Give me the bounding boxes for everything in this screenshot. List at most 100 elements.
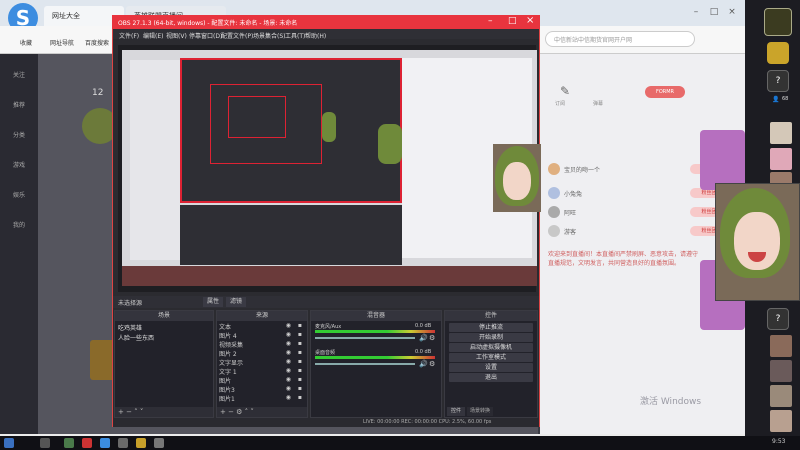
taskbar-app-icon[interactable]	[118, 438, 128, 448]
fan-avatar[interactable]	[770, 148, 792, 170]
lock-icon[interactable]: ▪	[298, 367, 302, 374]
virtual-camera-button[interactable]: 启动虚拟摄像机	[449, 343, 533, 352]
obs-title-bar: OBS 27.1.3 (64-bit, windows) - 配置文件: 未命名…	[112, 15, 540, 29]
settings-button[interactable]: 设置	[449, 363, 533, 372]
follow-button[interactable]: FORMR	[645, 86, 685, 98]
speaker-icon[interactable]: 🔊	[419, 334, 428, 342]
eye-icon[interactable]: ◉	[286, 367, 291, 374]
bookmark-item[interactable]: 百度搜索	[85, 38, 109, 47]
nav-entertainment[interactable]: 娱乐	[9, 190, 29, 199]
fan-avatar[interactable]	[770, 360, 792, 382]
gear-icon[interactable]: ⚙	[429, 334, 435, 342]
menu-file[interactable]: 文件(F)	[116, 29, 142, 40]
lock-icon[interactable]: ▪	[298, 331, 302, 338]
properties-button[interactable]: 属性	[203, 297, 223, 307]
nested-capture	[228, 96, 286, 138]
eye-icon[interactable]: ◉	[286, 385, 291, 392]
source-controls[interactable]: + − ⚙ ˄ ˅	[217, 407, 307, 417]
source-item[interactable]: 图片1 ◉ ▪	[219, 394, 305, 403]
close-icon[interactable]: ×	[726, 6, 738, 18]
eye-icon[interactable]: ◉	[286, 358, 291, 365]
exit-button[interactable]: 退出	[449, 373, 533, 382]
lock-icon[interactable]: ▪	[298, 385, 302, 392]
no-source-label: 未选择源	[118, 300, 143, 307]
sources-dock: 来源 文本 ◉ ▪ 图片 4 ◉ ▪ 视频采集 ◉ ▪ 图片 2 ◉ ▪ 文字显示 ◉ ▪ 文字 1…	[216, 310, 308, 418]
taskbar-app-icon[interactable]	[64, 438, 74, 448]
eye-icon[interactable]: ◉	[286, 331, 291, 338]
filters-button[interactable]: 滤镜	[226, 297, 246, 307]
lock-icon[interactable]: ▪	[298, 322, 302, 329]
eye-icon[interactable]: ◉	[286, 349, 291, 356]
menu-help[interactable]: 帮助(H)	[302, 29, 329, 40]
nav-mine[interactable]: 我的	[9, 220, 29, 229]
gear-icon[interactable]: ⚙	[429, 360, 435, 368]
fan-avatar[interactable]	[770, 385, 792, 407]
lock-icon[interactable]: ▪	[298, 340, 302, 347]
minimize-icon[interactable]: –	[488, 16, 493, 26]
source-item[interactable]: 图片 2 ◉ ▪	[219, 349, 305, 358]
minimize-icon[interactable]: –	[690, 6, 702, 18]
maximize-icon[interactable]: □	[708, 6, 720, 18]
scene-item[interactable]: 人脸一些东西	[118, 333, 154, 342]
tab-transitions[interactable]: 场景转换	[467, 407, 493, 416]
dock-title: 控件	[445, 311, 537, 321]
tab-controls[interactable]: 控件	[447, 407, 465, 416]
studio-mode-button[interactable]: 工作室模式	[449, 353, 533, 362]
dock-title: 来源	[217, 311, 307, 321]
start-recording-button[interactable]: 开始录制	[449, 333, 533, 342]
user-icon[interactable]: 👤	[772, 96, 779, 103]
start-icon[interactable]	[4, 438, 14, 448]
taskbar-obs-icon[interactable]	[82, 438, 92, 448]
help-icon[interactable]: ?	[767, 308, 789, 330]
captured-browser-strip	[130, 60, 180, 260]
eye-icon[interactable]: ◉	[286, 394, 291, 401]
source-item[interactable]: 视频采集 ◉ ▪	[219, 340, 305, 349]
fan-avatar[interactable]	[770, 335, 792, 357]
source-item[interactable]: 文本 ◉ ▪	[219, 322, 305, 331]
source-item[interactable]: 图片3 ◉ ▪	[219, 385, 305, 394]
audio-meter	[315, 330, 435, 333]
fan-avatar[interactable]	[770, 410, 792, 432]
close-icon[interactable]: ×	[526, 15, 534, 26]
frog-logo-icon[interactable]	[764, 8, 792, 36]
scene-item[interactable]: 吃鸡英雄	[118, 323, 142, 332]
nav-category[interactable]: 分类	[9, 130, 29, 139]
lock-icon[interactable]: ▪	[298, 349, 302, 356]
rank-icon[interactable]	[767, 42, 789, 64]
bookmark-item[interactable]: 网址导航	[50, 38, 74, 47]
stop-streaming-button[interactable]: 停止推流	[449, 323, 533, 332]
nav-follow[interactable]: 关注	[9, 70, 29, 79]
eye-icon[interactable]: ◉	[286, 376, 291, 383]
taskbar-browser-icon[interactable]	[100, 438, 110, 448]
taskbar-app-icon[interactable]	[40, 438, 50, 448]
maximize-icon[interactable]: □	[508, 16, 517, 26]
eye-icon[interactable]: ◉	[286, 322, 291, 329]
source-item[interactable]: 图片 4 ◉ ▪	[219, 331, 305, 340]
taskbar-app-icon[interactable]	[154, 438, 164, 448]
lock-icon[interactable]: ▪	[298, 358, 302, 365]
browser-search-input[interactable]: 中信新站中信期货官网开户网	[545, 31, 695, 47]
preview-webcam	[493, 144, 541, 212]
source-item[interactable]: 图片 ◉ ▪	[219, 376, 305, 385]
system-clock[interactable]: 9:53	[772, 438, 785, 445]
speaker-icon[interactable]: 🔊	[419, 360, 428, 368]
lock-icon[interactable]: ▪	[298, 394, 302, 401]
streamer-face	[503, 162, 531, 200]
help-icon[interactable]: ?	[767, 70, 789, 92]
volume-slider[interactable]	[315, 337, 415, 339]
nav-recommend[interactable]: 推荐	[9, 100, 29, 109]
source-item[interactable]: 文字 1 ◉ ▪	[219, 367, 305, 376]
user-count-badge: 68	[782, 96, 789, 102]
subscribe-icon[interactable]: ✎	[560, 84, 580, 100]
taskbar-folder-icon[interactable]	[136, 438, 146, 448]
fan-avatar[interactable]	[770, 122, 792, 144]
nav-games[interactable]: 游戏	[9, 160, 29, 169]
source-item[interactable]: 文字显示 ◉ ▪	[219, 358, 305, 367]
promo-banner[interactable]	[700, 130, 745, 190]
action-label: 弹幕	[593, 101, 604, 107]
volume-slider[interactable]	[315, 363, 415, 365]
lock-icon[interactable]: ▪	[298, 376, 302, 383]
scene-controls[interactable]: + − ˄ ˅	[115, 407, 213, 417]
bookmark-item[interactable]: 收藏	[20, 38, 32, 47]
eye-icon[interactable]: ◉	[286, 340, 291, 347]
